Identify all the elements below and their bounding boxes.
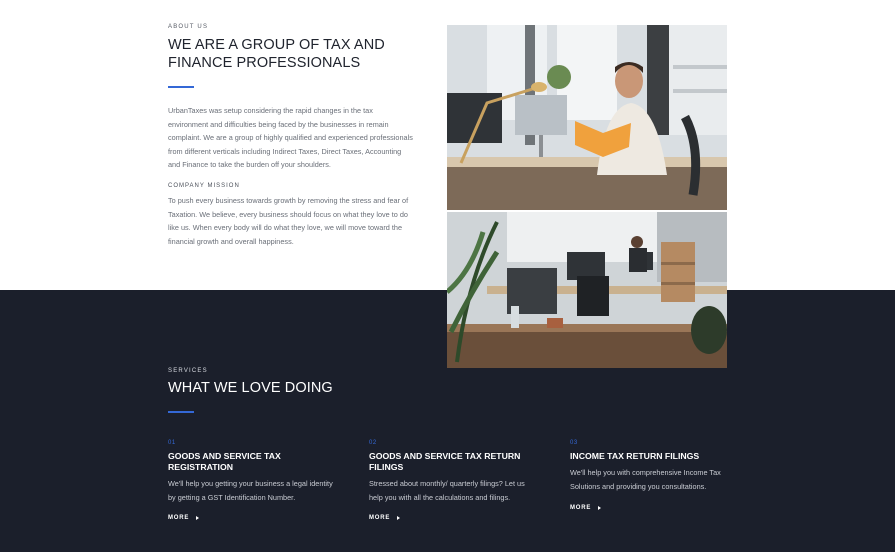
service-more-link[interactable]: MORE xyxy=(369,515,401,521)
service-title: INCOME TAX RETURN FILINGS xyxy=(570,451,700,461)
service-more-link[interactable]: MORE xyxy=(168,515,200,521)
about-accent-rule xyxy=(168,86,194,88)
about-title: WE ARE A GROUP OF TAX AND FINANCE PROFES… xyxy=(168,37,385,71)
caret-right-icon xyxy=(598,506,602,510)
service-title: GOODS AND SERVICE TAX REGISTRATION xyxy=(168,451,281,472)
caret-right-icon xyxy=(196,516,200,520)
about-eyebrow: ABOUT US xyxy=(168,24,209,30)
service-card-2: 02 GOODS AND SERVICE TAX RETURN FILINGS … xyxy=(369,440,544,530)
service-number: 02 xyxy=(369,440,377,446)
service-card-1: 01 GOODS AND SERVICE TAX REGISTRATION We… xyxy=(168,440,343,530)
service-more-link[interactable]: MORE xyxy=(570,505,602,511)
services-accent-rule xyxy=(168,411,194,413)
about-paragraph: UrbanTaxes was setup considering the rap… xyxy=(168,106,413,169)
caret-right-icon xyxy=(397,516,401,520)
more-label: MORE xyxy=(369,515,391,521)
service-text: We'll help you with comprehensive Income… xyxy=(570,468,721,491)
services-title: WHAT WE LOVE DOING xyxy=(168,380,333,396)
service-title: GOODS AND SERVICE TAX RETURN FILINGS xyxy=(369,451,521,472)
office-man-reading-photo xyxy=(447,25,727,210)
more-label: MORE xyxy=(168,515,190,521)
service-number: 03 xyxy=(570,440,578,446)
services-eyebrow: SERVICES xyxy=(168,368,208,374)
service-card-3: 03 INCOME TAX RETURN FILINGS We'll help … xyxy=(570,440,745,530)
mission-label: COMPANY MISSION xyxy=(168,183,240,189)
service-text: We'll help you getting your business a l… xyxy=(168,479,333,502)
service-number: 01 xyxy=(168,440,176,446)
service-text: Stressed about monthly/ quarterly filing… xyxy=(369,479,525,502)
office-workspace-photo xyxy=(447,212,727,368)
mission-text: To push every business towards growth by… xyxy=(168,196,409,246)
more-label: MORE xyxy=(570,505,592,511)
